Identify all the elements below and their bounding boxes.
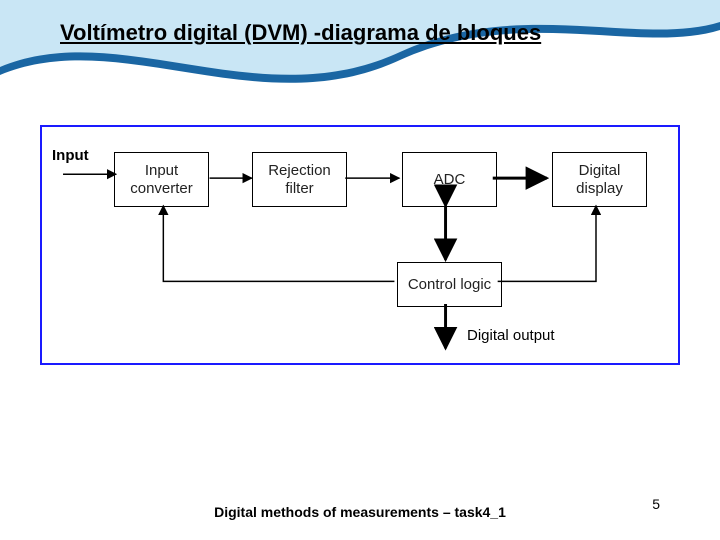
diagram-frame: Input Digital output Input converter Rej… (40, 125, 680, 365)
slide-title: Voltímetro digital (DVM) -diagrama de bl… (60, 20, 541, 46)
footer-text: Digital methods of measurements – task4_… (214, 504, 506, 520)
block-diagram: Input Digital output Input converter Rej… (42, 127, 678, 363)
page-number: 5 (652, 496, 660, 512)
header-wave (0, 0, 720, 110)
diagram-connectors (42, 127, 678, 363)
